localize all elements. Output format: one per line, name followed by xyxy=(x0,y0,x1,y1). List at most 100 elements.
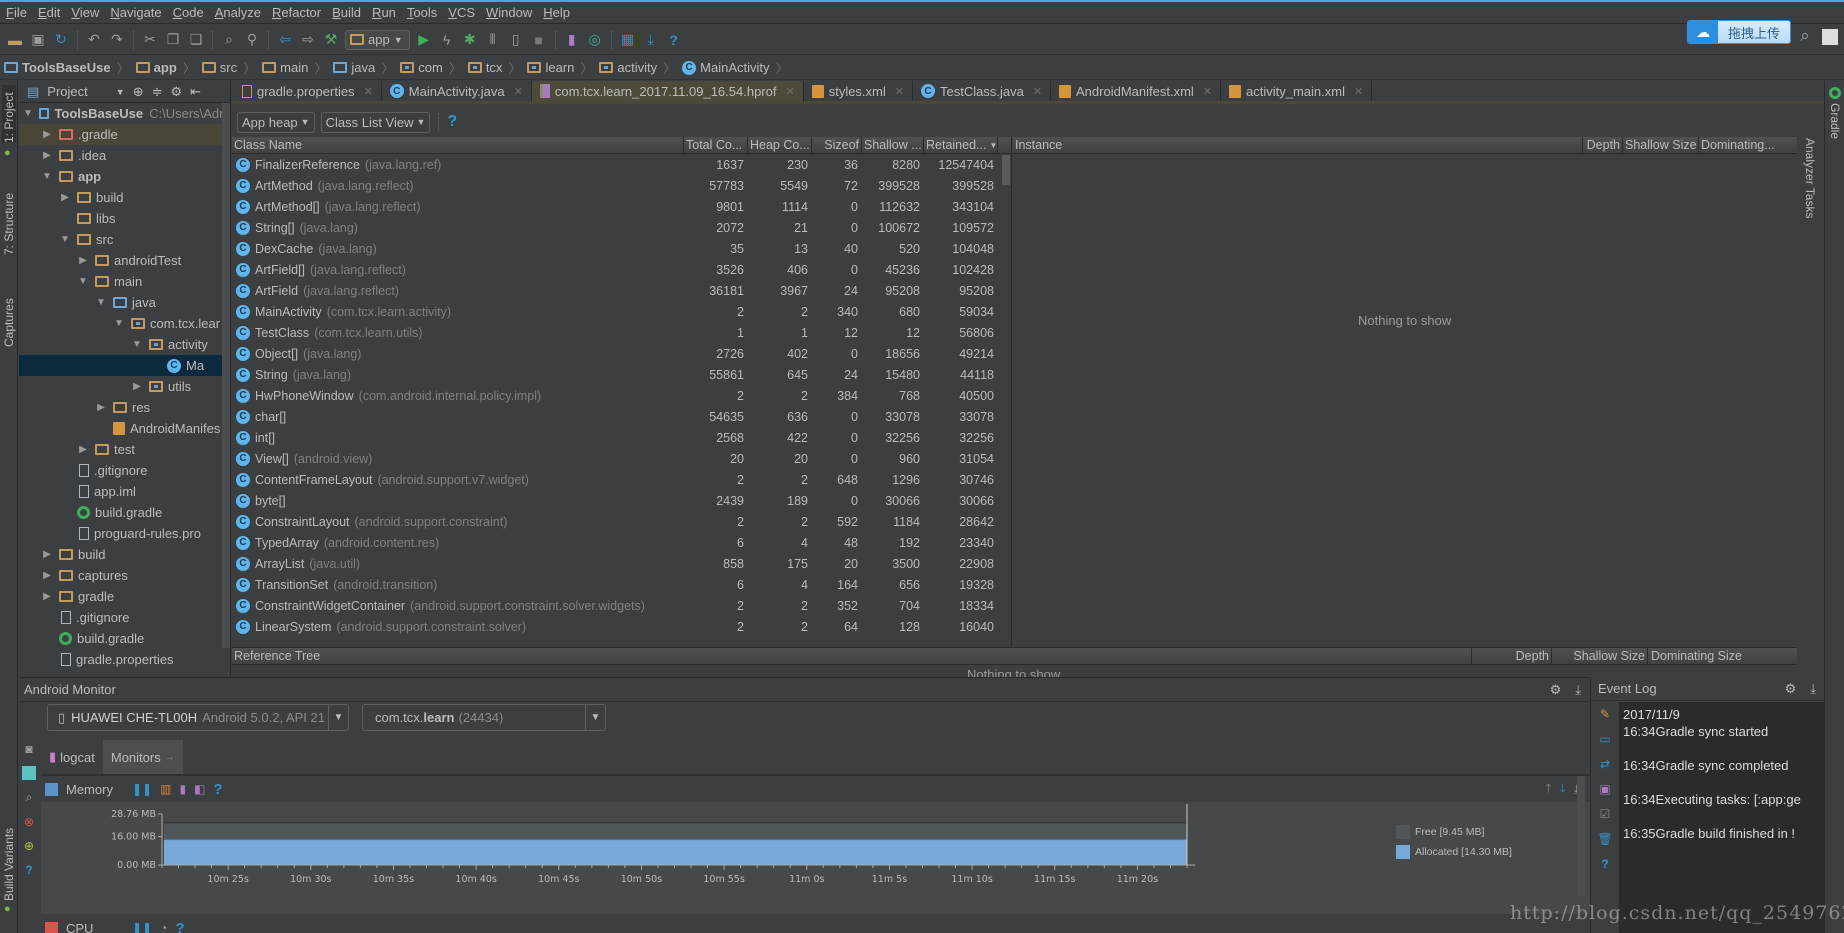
expand-arrow-icon[interactable]: ▼ xyxy=(95,297,107,308)
breadcrumb-mainactivity[interactable]: C MainActivity 〉 xyxy=(682,58,794,77)
event-text[interactable]: Gradle build finished in ! xyxy=(1656,826,1795,841)
tool-window-captures[interactable]: Captures xyxy=(2,277,16,347)
hide-panel-icon[interactable]: ⤓ xyxy=(1575,682,1581,698)
tree-item[interactable]: ▼ app xyxy=(19,166,230,187)
column-header-shallow-size[interactable]: Shallow Size xyxy=(1552,648,1648,664)
screen-capture-icon[interactable]: ◙ xyxy=(25,742,32,756)
run-configuration-select[interactable]: app ▼ xyxy=(345,29,410,50)
settings-tools-icon[interactable]: ✎ xyxy=(1600,707,1610,721)
class-table-row[interactable]: C ArtMethod (java.lang.reflect) 57783 5549 72… xyxy=(232,175,1011,196)
menu-help[interactable]: Help xyxy=(539,5,577,20)
tool-window-structure[interactable]: 7: Structure xyxy=(2,175,16,255)
gear-icon[interactable]: ⚙ xyxy=(1550,682,1562,698)
tree-item[interactable]: gradle.properties xyxy=(19,649,230,670)
paste-icon[interactable]: ❏ xyxy=(187,31,205,49)
save-icon[interactable]: ▣ xyxy=(29,31,47,49)
tree-item[interactable]: ▼ com.tcx.lear xyxy=(19,313,230,334)
menu-window[interactable]: Window xyxy=(482,5,539,20)
hide-panel-icon[interactable]: ⇤ xyxy=(190,84,201,100)
close-tab-icon[interactable]: ✕ xyxy=(1203,85,1212,98)
tab-monitors[interactable]: Monitors → xyxy=(102,740,183,774)
tree-item[interactable]: ▼ ToolsBaseUse C:\Users\Adm xyxy=(19,103,230,124)
tree-item[interactable]: ▶ .idea xyxy=(19,145,230,166)
menu-analyze[interactable]: Analyze xyxy=(211,5,268,20)
class-table-row[interactable]: C LinearSystem (android.support.constraint… xyxy=(232,616,1011,637)
class-table-row[interactable]: C ContentFrameLayout (android.support.v7.w… xyxy=(232,469,1011,490)
tree-item[interactable]: .gitignore xyxy=(19,460,230,481)
reference-tree-title[interactable]: Reference Tree xyxy=(232,648,1472,664)
class-table-row[interactable]: C FinalizerReference (java.lang.ref) 1637 23… xyxy=(232,154,1011,175)
tree-item[interactable]: libs xyxy=(19,208,230,229)
close-tab-icon[interactable]: ✕ xyxy=(1033,85,1042,98)
project-view-select[interactable]: Project xyxy=(47,84,87,99)
breadcrumb-com[interactable]: com 〉 xyxy=(400,58,468,77)
back-icon[interactable]: ⇦ xyxy=(276,31,294,49)
menu-vcs[interactable]: VCS xyxy=(444,5,482,20)
help-icon[interactable]: ? xyxy=(665,31,683,49)
find-icon[interactable]: ⌕ xyxy=(220,31,238,49)
menu-build[interactable]: Build xyxy=(328,5,368,20)
collapse-arrow-icon[interactable]: ▶ xyxy=(77,444,89,455)
column-header-depth[interactable]: Depth xyxy=(1472,648,1552,664)
column-header-retained-size[interactable]: Retained... ▼ xyxy=(924,137,998,153)
expand-arrow-icon[interactable]: ▼ xyxy=(41,171,53,182)
tree-item[interactable]: ▶ androidTest xyxy=(19,250,230,271)
sync-icon[interactable]: ↻ xyxy=(52,31,70,49)
redo-icon[interactable]: ↷ xyxy=(108,31,126,49)
close-tab-icon[interactable]: ✕ xyxy=(785,85,794,98)
class-table-scrollbar[interactable] xyxy=(1002,155,1010,185)
collapse-arrow-icon[interactable]: ▶ xyxy=(41,570,53,581)
open-icon[interactable]: ▬ xyxy=(6,31,24,49)
class-table-row[interactable]: C DexCache (java.lang) 35 13 40 520 104048 xyxy=(232,238,1011,259)
help-icon[interactable]: ? xyxy=(25,863,32,877)
tree-item[interactable]: .gitignore xyxy=(19,607,230,628)
heap-select[interactable]: App heap ▼ xyxy=(237,111,315,133)
scroll-from-source-icon[interactable]: ⊕ xyxy=(133,84,144,100)
close-tab-icon[interactable]: ✕ xyxy=(514,85,523,98)
help-icon[interactable]: ? xyxy=(1601,857,1608,871)
show-balloons-icon[interactable]: ▭ xyxy=(1599,732,1610,746)
menu-code[interactable]: Code xyxy=(169,5,211,20)
editor-tab[interactable]: com.tcx.learn_2017.11.09_16.54.hprof ✕ xyxy=(531,81,804,101)
tree-item[interactable]: app.iml xyxy=(19,481,230,502)
previous-icon[interactable]: 🡑 xyxy=(1545,779,1551,800)
tree-item[interactable]: ▼ java xyxy=(19,292,230,313)
gear-icon[interactable]: ⚙ xyxy=(1785,681,1797,697)
cut-icon[interactable]: ✂ xyxy=(141,31,159,49)
apply-changes-icon[interactable]: ϟ xyxy=(438,31,456,49)
close-tab-icon[interactable]: ✕ xyxy=(364,85,373,98)
column-header-depth[interactable]: Depth xyxy=(1583,137,1623,153)
project-tree-scrollbar[interactable] xyxy=(222,103,230,648)
column-header-dominating-size[interactable]: Dominating Size xyxy=(1648,648,1744,664)
breadcrumb-src[interactable]: src 〉 xyxy=(201,58,262,77)
dump-java-heap-icon[interactable]: ▮ xyxy=(179,782,186,796)
sdk-manager-icon[interactable]: ⤓ xyxy=(642,31,660,49)
collapse-arrow-icon[interactable]: ▶ xyxy=(41,129,53,140)
menu-run[interactable]: Run xyxy=(368,5,403,20)
menu-navigate[interactable]: Navigate xyxy=(106,5,168,20)
column-header-instance[interactable]: Instance xyxy=(1013,137,1583,153)
editor-tab[interactable]: styles.xml ✕ xyxy=(804,81,913,101)
gear-icon[interactable]: ⚙ xyxy=(171,84,183,100)
run-icon[interactable]: ▶ xyxy=(415,31,433,49)
user-avatar-icon[interactable] xyxy=(1822,29,1838,45)
forward-icon[interactable]: ⇨ xyxy=(299,31,317,49)
chevron-down-icon[interactable]: ▼ xyxy=(116,87,125,97)
hide-panel-icon[interactable]: ⤓ xyxy=(1810,681,1816,697)
class-table-row[interactable]: C ConstraintWidgetContainer (android.suppo… xyxy=(232,595,1011,616)
tree-item[interactable]: ▶ captures xyxy=(19,565,230,586)
menu-view[interactable]: View xyxy=(67,5,106,20)
collapse-arrow-icon[interactable]: ▶ xyxy=(41,150,53,161)
class-table-row[interactable]: C TransitionSet (android.transition) 6 4 164 6… xyxy=(232,574,1011,595)
device-select[interactable]: ▯ HUAWEI CHE-TL00H Android 5.0.2, API 21… xyxy=(47,704,349,731)
column-header-shallow-size[interactable]: Shallow ... xyxy=(862,137,924,153)
process-select[interactable]: com.tcx. learn (24434) ▼ xyxy=(362,704,606,731)
editor-tab[interactable]: AndroidManifest.xml ✕ xyxy=(1051,81,1222,101)
class-table-row[interactable]: C Object[] (java.lang) 2726 402 0 18656 49214 xyxy=(232,343,1011,364)
copy-icon[interactable]: ❐ xyxy=(164,31,182,49)
help-icon[interactable]: ? xyxy=(213,781,222,798)
view-select[interactable]: Class List View ▼ xyxy=(320,111,431,133)
column-header-dominating[interactable]: Dominating... xyxy=(1699,137,1797,153)
avd-manager-icon[interactable]: ▮ xyxy=(563,31,581,49)
tool-window-gradle[interactable]: Gradle xyxy=(1828,103,1842,139)
